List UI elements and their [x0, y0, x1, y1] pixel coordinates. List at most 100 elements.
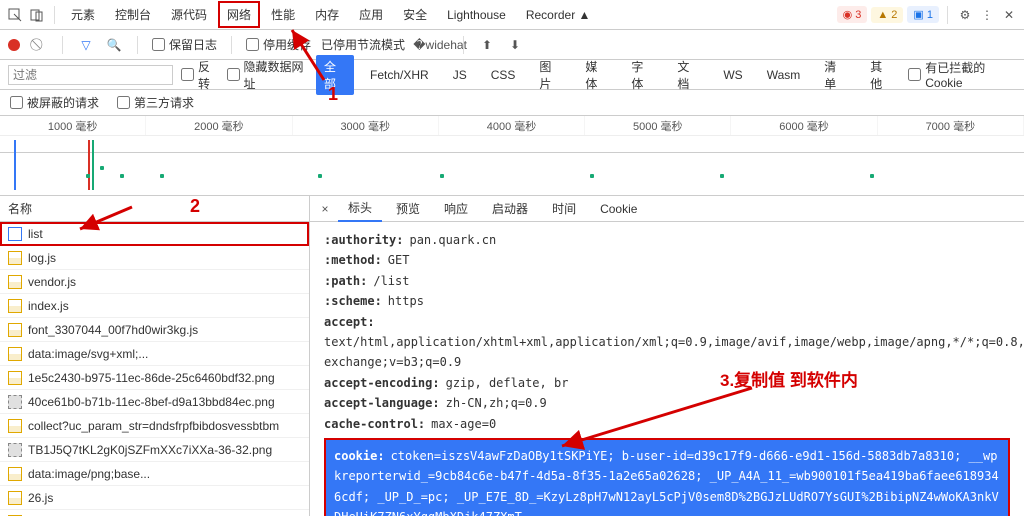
- hide-data-urls-checkbox[interactable]: 隐藏数据网址: [227, 58, 309, 92]
- type-ws[interactable]: WS: [715, 65, 750, 85]
- header-row: accept-language:zh-CN,zh;q=0.9: [324, 393, 1010, 413]
- invert-checkbox[interactable]: 反转: [181, 58, 219, 92]
- tab-sources[interactable]: 源代码: [163, 2, 215, 27]
- tab-security[interactable]: 安全: [395, 2, 435, 27]
- request-detail-panel: × 标头 预览 响应 启动器 时间 Cookie :authority:pan.…: [310, 196, 1024, 516]
- name-column-header[interactable]: 名称: [0, 196, 309, 222]
- request-row[interactable]: 26.js: [0, 486, 309, 510]
- request-row[interactable]: vendor.js: [0, 270, 309, 294]
- type-fetchxhr[interactable]: Fetch/XHR: [362, 65, 437, 85]
- type-wasm[interactable]: Wasm: [759, 65, 809, 85]
- thirdparty-checkbox[interactable]: 第三方请求: [117, 94, 194, 111]
- filter-icon[interactable]: ▽: [77, 36, 95, 54]
- type-manifest[interactable]: 清单: [816, 55, 854, 95]
- header-row: :authority:pan.quark.cn: [324, 230, 1010, 250]
- close-icon[interactable]: ✕: [1000, 6, 1018, 24]
- js-icon: [8, 323, 22, 337]
- tab-network[interactable]: 网络: [219, 2, 259, 27]
- data-icon: [8, 347, 22, 361]
- tab-application[interactable]: 应用: [351, 2, 391, 27]
- request-row[interactable]: 21.js: [0, 510, 309, 516]
- request-row[interactable]: data:image/svg+xml;...: [0, 342, 309, 366]
- type-font[interactable]: 字体: [623, 55, 661, 95]
- error-count[interactable]: ◉ 3: [837, 6, 868, 23]
- device-toggle-icon[interactable]: [28, 6, 46, 24]
- headers-view[interactable]: :authority:pan.quark.cn :method:GET :pat…: [310, 222, 1024, 516]
- request-list[interactable]: list log.js vendor.js index.js font_3307…: [0, 222, 309, 516]
- message-count[interactable]: ▣ 1: [907, 6, 939, 23]
- request-row[interactable]: log.js: [0, 246, 309, 270]
- record-button[interactable]: [8, 39, 20, 51]
- request-row[interactable]: index.js: [0, 294, 309, 318]
- xhr-icon: [8, 419, 22, 433]
- cookie-header-row[interactable]: cookie:ctoken=iszsV4awFzDaOBy1tSKPiYE; b…: [324, 438, 1010, 516]
- type-img[interactable]: 图片: [531, 55, 569, 95]
- file-icon: [8, 227, 22, 241]
- main-split: 名称 list log.js vendor.js index.js font_3…: [0, 196, 1024, 516]
- wifi-icon[interactable]: �widehat: [431, 36, 449, 54]
- inspect-icon[interactable]: [6, 6, 24, 24]
- img-icon: [8, 443, 22, 457]
- data-icon: [8, 467, 22, 481]
- type-other[interactable]: 其他: [862, 55, 900, 95]
- js-icon: [8, 299, 22, 313]
- tab-initiator[interactable]: 启动器: [482, 196, 538, 221]
- type-media[interactable]: 媒体: [577, 55, 615, 95]
- stop-icon[interactable]: ⃠: [30, 36, 48, 54]
- type-css[interactable]: CSS: [483, 65, 524, 85]
- blocked-cookies-checkbox[interactable]: 有已拦截的 Cookie: [908, 59, 1016, 90]
- timeline-bar: [88, 140, 90, 190]
- timeline-bar: [14, 140, 16, 190]
- request-list-panel: 名称 list log.js vendor.js index.js font_3…: [0, 196, 310, 516]
- tab-cookies[interactable]: Cookie: [590, 198, 647, 220]
- request-row[interactable]: TB1J5Q7tKL2gK0jSZFmXXc7iXXa-36-32.png: [0, 438, 309, 462]
- request-row-list[interactable]: list: [0, 222, 309, 246]
- type-all[interactable]: 全部: [316, 55, 354, 95]
- disable-cache-checkbox[interactable]: 停用缓存: [246, 36, 311, 53]
- tab-performance[interactable]: 性能: [263, 2, 303, 27]
- js-icon: [8, 275, 22, 289]
- download-icon[interactable]: ⬇: [506, 36, 524, 54]
- kebab-icon[interactable]: ⋮: [978, 6, 996, 24]
- tab-lighthouse[interactable]: Lighthouse: [439, 4, 514, 26]
- tab-preview[interactable]: 预览: [386, 196, 430, 221]
- tab-response[interactable]: 响应: [434, 196, 478, 221]
- header-row: cache-control:max-age=0: [324, 414, 1010, 434]
- img-icon: [8, 371, 22, 385]
- tab-recorder[interactable]: Recorder ▲: [518, 4, 599, 26]
- preserve-log-checkbox[interactable]: 保留日志: [152, 36, 217, 53]
- tab-headers[interactable]: 标头: [338, 195, 382, 222]
- devtools-main-tabs: 元素 控制台 源代码 网络 性能 内存 应用 安全 Lighthouse Rec…: [0, 0, 1024, 30]
- header-row: :scheme:https: [324, 291, 1010, 311]
- throttle-select[interactable]: 已停用节流模式: [321, 36, 405, 53]
- filter-bar: 反转 隐藏数据网址 全部 Fetch/XHR JS CSS 图片 媒体 字体 文…: [0, 60, 1024, 90]
- request-row[interactable]: data:image/png;base...: [0, 462, 309, 486]
- blocked-requests-checkbox[interactable]: 被屏蔽的请求: [10, 94, 99, 111]
- tab-memory[interactable]: 内存: [307, 2, 347, 27]
- close-detail-icon[interactable]: ×: [316, 200, 334, 218]
- request-row[interactable]: font_3307044_00f7hd0wir3kg.js: [0, 318, 309, 342]
- search-icon[interactable]: 🔍: [105, 36, 123, 54]
- gear-icon[interactable]: ⚙: [956, 6, 974, 24]
- type-js[interactable]: JS: [445, 65, 475, 85]
- js-icon: [8, 491, 22, 505]
- tab-elements[interactable]: 元素: [63, 2, 103, 27]
- divider: [54, 6, 55, 24]
- header-row: accept:text/html,application/xhtml+xml,a…: [324, 312, 1010, 373]
- header-row: accept-encoding:gzip, deflate, br: [324, 373, 1010, 393]
- upload-icon[interactable]: ⬆: [478, 36, 496, 54]
- filter-input[interactable]: [8, 65, 173, 85]
- request-row[interactable]: collect?uc_param_str=dndsfrpfbibdosvessb…: [0, 414, 309, 438]
- timeline-overview[interactable]: 1000 毫秒 2000 毫秒 3000 毫秒 4000 毫秒 5000 毫秒 …: [0, 116, 1024, 196]
- request-row[interactable]: 40ce61b0-b71b-11ec-8bef-d9a13bbd84ec.png: [0, 390, 309, 414]
- img-icon: [8, 395, 22, 409]
- type-doc[interactable]: 文档: [669, 55, 707, 95]
- header-row: :method:GET: [324, 250, 1010, 270]
- detail-tabs: × 标头 预览 响应 启动器 时间 Cookie: [310, 196, 1024, 222]
- warning-count[interactable]: ▲ 2: [871, 7, 903, 23]
- tab-timing[interactable]: 时间: [542, 196, 586, 221]
- header-row: :path:/list: [324, 271, 1010, 291]
- timeline-bar: [92, 140, 94, 190]
- request-row[interactable]: 1e5c2430-b975-11ec-86de-25c6460bdf32.png: [0, 366, 309, 390]
- tab-console[interactable]: 控制台: [107, 2, 159, 27]
